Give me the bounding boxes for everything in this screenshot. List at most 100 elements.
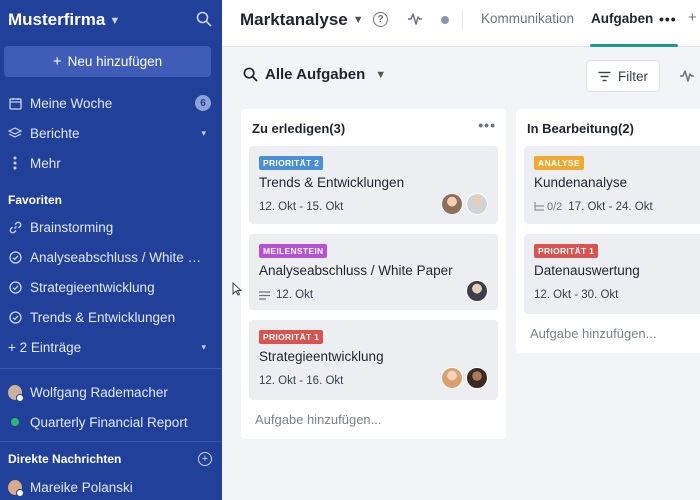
avatar xyxy=(8,479,24,497)
task-date: 12. Okt - 15. Okt xyxy=(259,201,344,213)
task-date: 12. Okt xyxy=(276,289,314,301)
add-new-label: Neu hinzufügen xyxy=(67,54,163,69)
add-task-link[interactable]: Aufgabe hinzufügen... xyxy=(530,326,657,341)
favorites-heading: Favoriten xyxy=(8,193,63,207)
sidebar-more-entries[interactable]: + 2 Einträge ▾ xyxy=(0,334,222,360)
check-circle-icon xyxy=(8,280,22,294)
mouse-cursor-icon xyxy=(232,282,242,296)
calendar-icon xyxy=(8,96,22,110)
avatar xyxy=(466,367,488,389)
chevron-down-icon[interactable]: ▾ xyxy=(201,128,206,139)
add-dm-icon[interactable]: + xyxy=(198,452,212,466)
search-icon[interactable] xyxy=(196,11,212,27)
chevron-down-icon: ▼ xyxy=(109,15,121,27)
active-tab-indicator xyxy=(590,44,678,47)
sidebar-item-analyseabschluss[interactable]: Analyseabschluss / White Paper xyxy=(0,244,222,270)
task-card[interactable]: ANALYSE Kundenanalyse 0/2 17. Okt - 24. … xyxy=(524,146,700,224)
plus-icon: + xyxy=(52,53,62,70)
sidebar-item-trends[interactable]: Trends & Entwicklungen xyxy=(0,304,222,330)
filter-button[interactable]: Filter xyxy=(586,60,660,92)
sidebar-item-mareike[interactable]: Mareike Polanski xyxy=(0,474,222,500)
task-label-badge: PRIORITÄT 1 xyxy=(259,330,324,344)
header-divider xyxy=(462,10,463,30)
filter-label: Filter xyxy=(618,68,648,84)
task-title: Trends & Entwicklungen xyxy=(259,175,405,190)
column-title: Zu erledigen(3) xyxy=(252,121,346,136)
task-title: Datenauswertung xyxy=(534,263,640,278)
activity-icon[interactable] xyxy=(679,69,695,83)
check-circle-icon xyxy=(8,250,22,264)
workspace-name: Musterfirma xyxy=(8,10,106,29)
chevron-down-icon: ▼ xyxy=(352,14,364,26)
status-dot-icon xyxy=(11,418,19,426)
board-column-in-progress: In Bearbeitung(2) ANALYSE Kundenanalyse … xyxy=(516,109,700,353)
sidebar-item-brainstorming[interactable]: Brainstorming xyxy=(0,214,222,240)
search-icon xyxy=(243,67,258,82)
status-dot-icon xyxy=(441,16,449,24)
task-date: 17. Okt - 24. Okt xyxy=(568,201,653,213)
add-new-button[interactable]: + Neu hinzufügen xyxy=(4,46,211,77)
sidebar-item-berichte[interactable]: Berichte ▾ xyxy=(0,120,222,146)
sidebar-item-label: Mareike Polanski xyxy=(30,479,133,495)
tab-kommunikation[interactable]: Kommunikation xyxy=(481,11,574,26)
sidebar-item-label: Strategieentwicklung xyxy=(30,279,155,295)
activity-icon[interactable] xyxy=(407,12,423,26)
sidebar-item-wolfgang[interactable]: Wolfgang Rademacher xyxy=(0,379,222,405)
avatar xyxy=(441,367,463,389)
tab-aufgaben[interactable]: Aufgaben xyxy=(591,11,653,26)
sidebar-item-meine-woche[interactable]: Meine Woche 6 xyxy=(0,90,222,116)
task-title: Analyseabschluss / White Paper xyxy=(259,263,453,278)
sidebar-item-label: Analyseabschluss / White Paper xyxy=(30,249,210,265)
page-header: Marktanalyse ▼ ? Kommunikation Aufgaben … xyxy=(222,0,700,47)
description-icon xyxy=(259,290,270,300)
more-entries-label: + 2 Einträge xyxy=(8,339,82,355)
column-title: In Bearbeitung(2) xyxy=(527,121,634,136)
task-label-badge: PRIORITÄT 1 xyxy=(534,244,599,258)
chevron-down-icon: ▼ xyxy=(375,68,387,81)
task-title: Strategieentwicklung xyxy=(259,349,384,364)
sidebar-item-label: Quarterly Financial Report xyxy=(30,414,188,430)
help-icon[interactable]: ? xyxy=(373,12,388,27)
assignees[interactable] xyxy=(441,193,488,215)
sidebar-divider xyxy=(0,441,222,442)
task-label-badge: PRIORITÄT 2 xyxy=(259,156,324,170)
workspace-switcher[interactable]: Musterfirma ▼ xyxy=(8,10,120,30)
sidebar: Musterfirma ▼ + Neu hinzufügen Meine Woc… xyxy=(0,0,222,500)
sidebar-item-quarterly-report[interactable]: Quarterly Financial Report xyxy=(0,409,222,435)
page-title: Marktanalyse xyxy=(240,10,348,29)
task-card[interactable]: MEILENSTEIN Analyseabschluss / White Pap… xyxy=(249,234,498,310)
view-switcher[interactable]: Alle Aufgaben ▼ xyxy=(243,66,386,83)
filter-icon xyxy=(598,71,611,81)
task-card[interactable]: PRIORITÄT 1 Datenauswertung 12. Okt - 30… xyxy=(524,234,700,314)
add-tab-icon[interactable]: + xyxy=(688,9,697,26)
column-more-icon[interactable]: ••• xyxy=(478,117,496,133)
task-title: Kundenanalyse xyxy=(534,175,628,190)
add-task-link[interactable]: Aufgabe hinzufügen... xyxy=(255,412,382,427)
task-card[interactable]: PRIORITÄT 1 Strategieentwicklung 12. Okt… xyxy=(249,320,498,400)
sidebar-item-label: Trends & Entwicklungen xyxy=(30,309,176,325)
sidebar-item-label: Wolfgang Rademacher xyxy=(30,384,168,400)
board-column-todo: Zu erledigen(3) ••• PRIORITÄT 2 Trends &… xyxy=(241,109,506,439)
sidebar-item-mehr[interactable]: Mehr xyxy=(0,150,222,176)
tab-more-icon[interactable]: ••• xyxy=(659,11,677,27)
avatar xyxy=(466,193,488,215)
task-label-badge: MEILENSTEIN xyxy=(259,244,328,258)
sidebar-item-strategieentwicklung[interactable]: Strategieentwicklung xyxy=(0,274,222,300)
sidebar-item-label: Brainstorming xyxy=(30,219,114,235)
avatar xyxy=(441,193,463,215)
sidebar-divider xyxy=(0,368,222,369)
view-title: Alle Aufgaben xyxy=(265,66,366,83)
task-date: 12. Okt - 30. Okt xyxy=(534,289,619,301)
more-vertical-icon xyxy=(8,156,22,170)
layers-icon xyxy=(8,126,22,140)
assignees[interactable] xyxy=(466,280,488,302)
sidebar-item-label: Meine Woche xyxy=(30,95,113,111)
task-card[interactable]: PRIORITÄT 2 Trends & Entwicklungen 12. O… xyxy=(249,146,498,224)
avatar xyxy=(466,280,488,302)
assignees[interactable] xyxy=(441,367,488,389)
sidebar-item-label: Berichte xyxy=(30,125,80,141)
task-label-badge: ANALYSE xyxy=(534,156,584,170)
project-switcher[interactable]: Marktanalyse ▼ xyxy=(240,10,364,30)
count-badge: 6 xyxy=(195,95,211,111)
link-icon xyxy=(8,220,22,234)
